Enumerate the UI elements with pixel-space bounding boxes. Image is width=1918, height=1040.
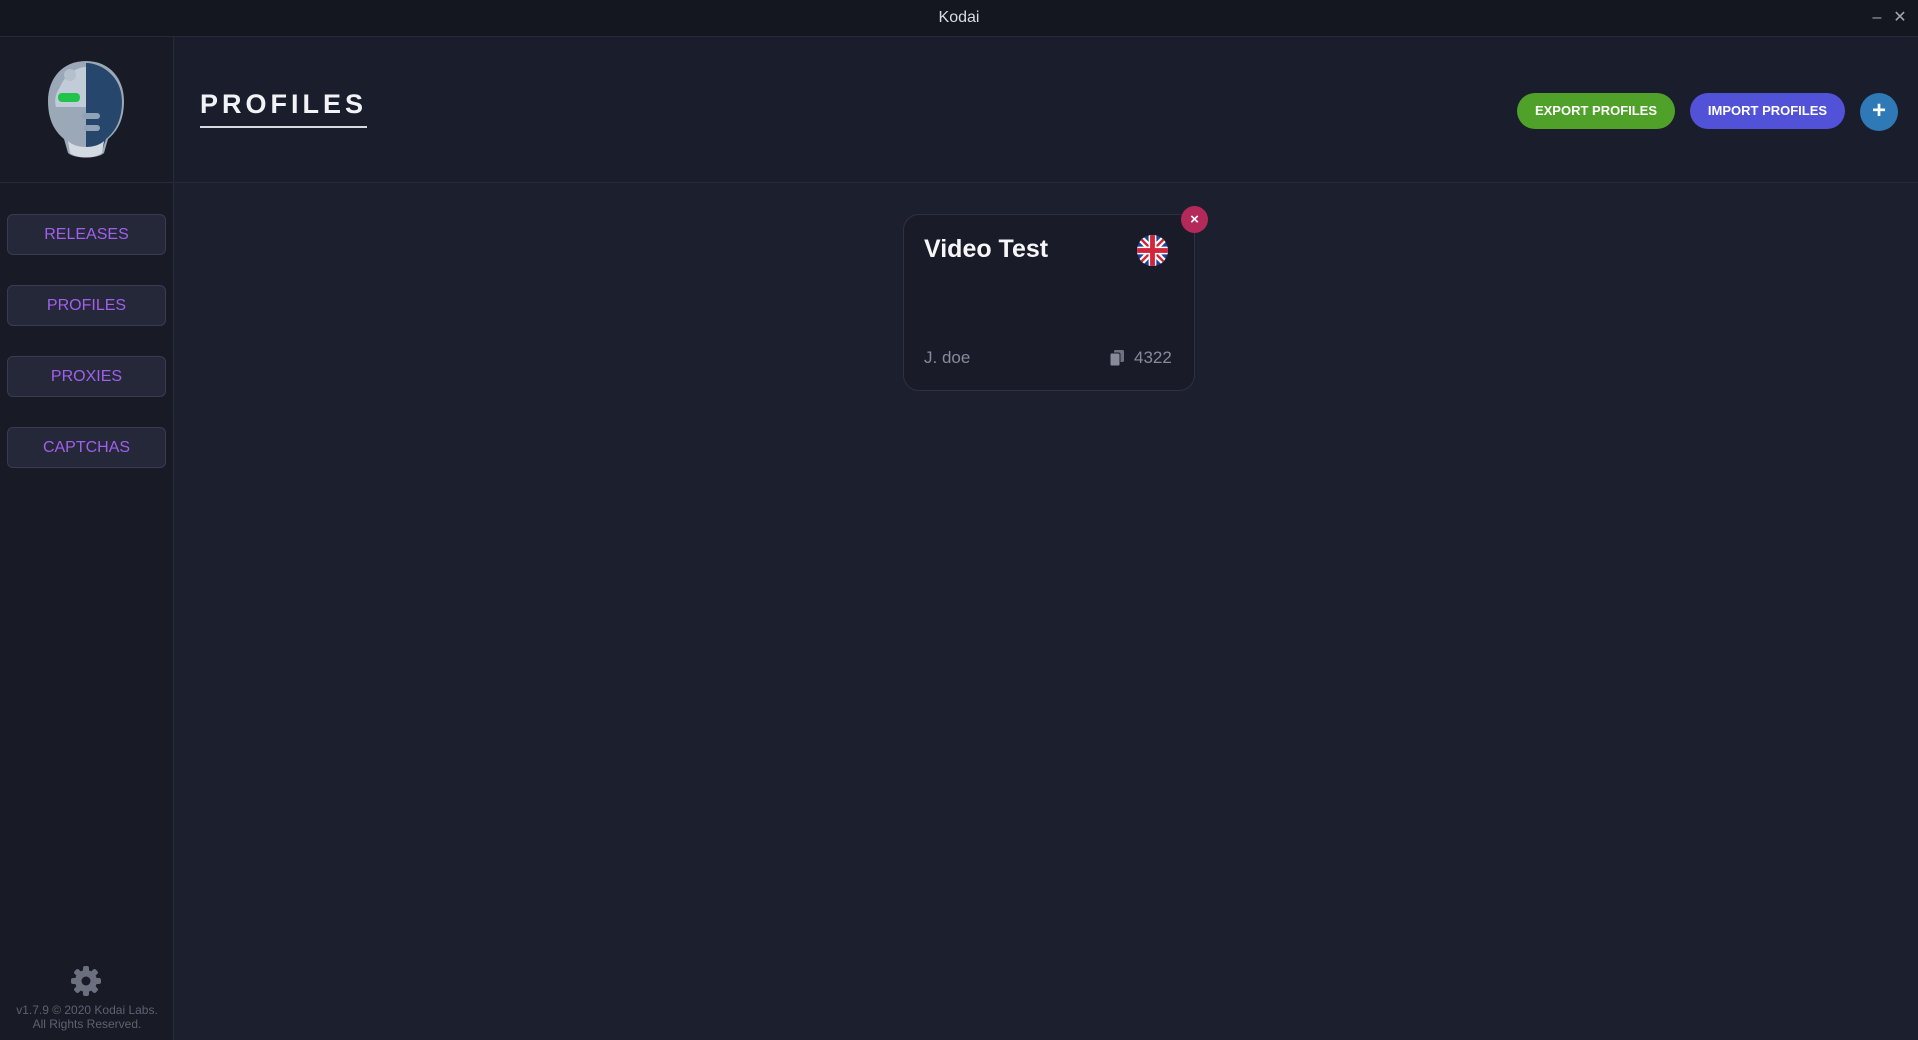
title-bar: Kodai – ✕	[0, 0, 1918, 37]
profile-name: Video Test	[924, 235, 1049, 263]
copy-icon	[1110, 350, 1124, 366]
sidebar: RELEASES PROFILES PROXIES CAPTCHAS v1.7.…	[0, 37, 174, 1040]
sidebar-item-proxies[interactable]: PROXIES	[7, 356, 166, 397]
minimize-button[interactable]: –	[1867, 8, 1887, 28]
add-profile-button[interactable]: +	[1860, 93, 1898, 131]
gear-icon[interactable]	[70, 965, 102, 997]
sidebar-item-captchas[interactable]: CAPTCHAS	[7, 427, 166, 468]
uk-flag-icon	[1137, 235, 1168, 266]
window-title: Kodai	[938, 9, 980, 26]
kodai-logo	[48, 61, 124, 158]
sidebar-item-releases[interactable]: RELEASES	[7, 214, 166, 255]
page-title: PROFILES	[200, 89, 368, 128]
delete-profile-button[interactable]: ×	[1181, 206, 1208, 233]
version-line: v1.7.9 © 2020 Kodai Labs.	[16, 1003, 158, 1017]
close-window-button[interactable]: ✕	[1890, 8, 1910, 28]
logo-area	[0, 37, 174, 183]
profile-card[interactable]: Video Test J. doe 4322	[903, 214, 1195, 391]
version-text: v1.7.9 © 2020 Kodai Labs. All Rights Res…	[0, 1003, 174, 1031]
import-profiles-button[interactable]: IMPORT PROFILES	[1690, 93, 1845, 129]
export-profiles-button[interactable]: EXPORT PROFILES	[1517, 93, 1675, 129]
page-header: PROFILES EXPORT PROFILES IMPORT PROFILES…	[175, 37, 1918, 183]
rights-line: All Rights Reserved.	[32, 1017, 142, 1031]
card-last-digits: 4322	[1134, 348, 1172, 367]
cardholder-name: J. doe	[924, 348, 971, 367]
sidebar-item-profiles[interactable]: PROFILES	[7, 285, 166, 326]
